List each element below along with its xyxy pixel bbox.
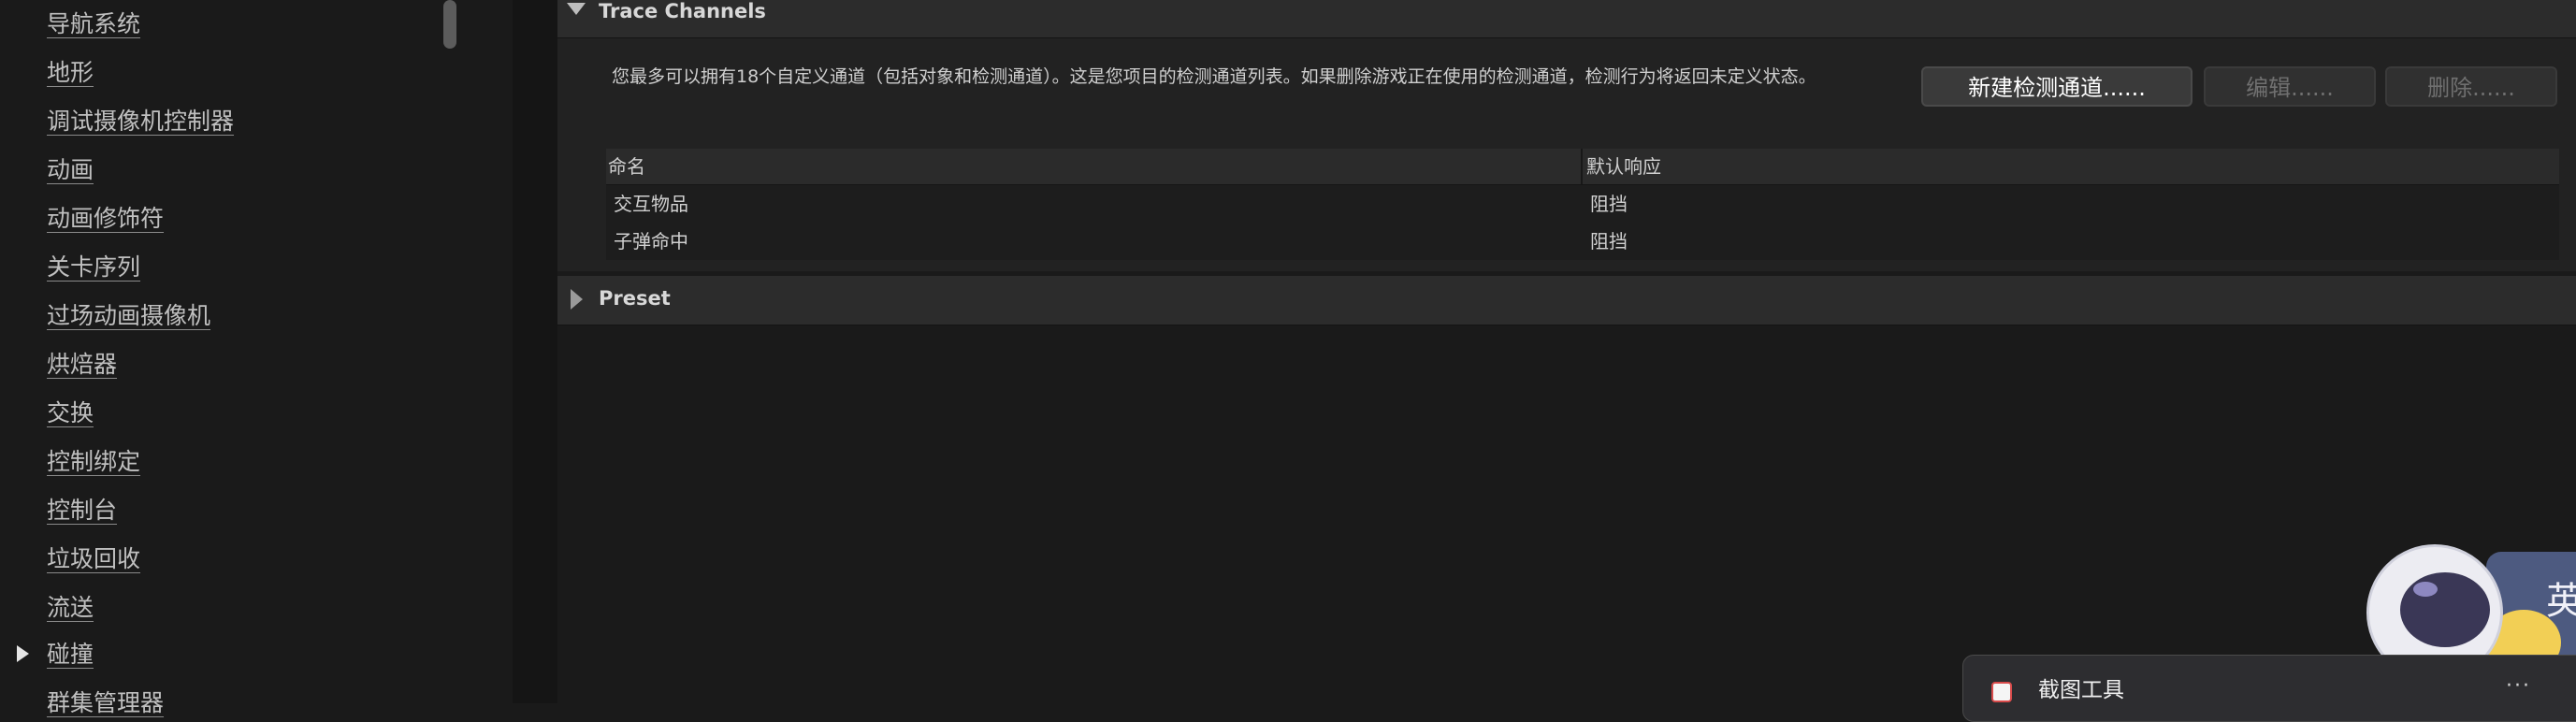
- preset-header[interactable]: Preset: [557, 276, 2576, 325]
- trace-channels-body: 您最多可以拥有18个自定义通道（包括对象和检测通道）。这是您项目的检测通道列表。…: [557, 38, 2576, 271]
- sidebar-item-level-sequence[interactable]: 关卡序列: [47, 249, 140, 286]
- more-options-icon[interactable]: ···: [2506, 676, 2531, 697]
- sidebar-item-debug-camera-controller[interactable]: 调试摄像机控制器: [47, 103, 234, 140]
- table-row[interactable]: 子弹命中 阻挡: [606, 223, 2559, 260]
- sidebar-item-streaming[interactable]: 流送: [47, 589, 94, 627]
- snipping-tool-title: 截图工具: [2038, 678, 2124, 702]
- sidebar-scrollbar[interactable]: [443, 0, 456, 49]
- sidebar-item-console[interactable]: 控制台: [47, 492, 117, 529]
- sidebar-item-cinematic-camera[interactable]: 过场动画摄像机: [47, 297, 210, 335]
- sidebar-item-collision[interactable]: 碰撞: [47, 636, 94, 673]
- widget-character: 英: [2546, 580, 2576, 623]
- sidebar-item-animation-modifiers[interactable]: 动画修饰符: [47, 200, 164, 238]
- column-header-default-response[interactable]: 默认响应: [1586, 149, 1661, 184]
- sidebar-item-control-rig[interactable]: 控制绑定: [47, 443, 140, 481]
- sidebar-item-baker[interactable]: 烘焙器: [47, 346, 117, 383]
- trace-channels-table: 命名 默认响应 交互物品 阻挡 子弹命中 阻挡: [606, 149, 2559, 260]
- edit-trace-channel-button[interactable]: 编辑......: [2204, 66, 2376, 107]
- astronaut-visor: [2400, 572, 2490, 647]
- preset-title: Preset: [599, 287, 671, 310]
- table-row[interactable]: 交互物品 阻挡: [606, 185, 2559, 223]
- column-divider[interactable]: [1581, 149, 1583, 184]
- caret-right-icon[interactable]: [17, 645, 29, 662]
- channel-name-cell: 交互物品: [614, 193, 688, 215]
- new-trace-channel-button[interactable]: 新建检测通道......: [1921, 66, 2192, 107]
- settings-sidebar: 导航系统 地形 调试摄像机控制器 动画 动画修饰符 关卡序列 过场动画摄像机 烘…: [0, 0, 513, 716]
- caret-down-icon[interactable]: [567, 3, 586, 15]
- settings-main-panel: Trace Channels 您最多可以拥有18个自定义通道（包括对象和检测通道…: [557, 0, 2576, 703]
- panel-divider: [513, 0, 557, 703]
- sidebar-item-landscape[interactable]: 地形: [47, 54, 94, 92]
- column-header-name[interactable]: 命名: [608, 149, 645, 184]
- delete-trace-channel-button[interactable]: 删除......: [2385, 66, 2557, 107]
- caret-right-icon[interactable]: [571, 289, 583, 310]
- trace-channels-description: 您最多可以拥有18个自定义通道（包括对象和检测通道）。这是您项目的检测通道列表。…: [612, 66, 1816, 87]
- sidebar-item-garbage-collection[interactable]: 垃圾回收: [47, 541, 140, 578]
- sidebar-item-navigation-system[interactable]: 导航系统: [47, 6, 140, 43]
- trace-channels-header[interactable]: Trace Channels: [557, 0, 2576, 38]
- channel-name-cell: 子弹命中: [614, 230, 688, 253]
- channel-response-cell: 阻挡: [1590, 230, 1628, 253]
- trace-channels-title: Trace Channels: [599, 0, 766, 22]
- channel-response-cell: 阻挡: [1590, 193, 1628, 215]
- visor-shine: [2413, 582, 2438, 597]
- sidebar-item-animation[interactable]: 动画: [47, 152, 94, 189]
- snipping-tool-popup[interactable]: 截图工具 ···: [1962, 655, 2576, 722]
- table-header: 命名 默认响应: [606, 149, 2559, 185]
- sidebar-item-interchange[interactable]: 交换: [47, 395, 94, 432]
- sidebar-item-crowd-manager[interactable]: 群集管理器: [47, 685, 164, 722]
- snipping-tool-icon: [1991, 682, 2012, 702]
